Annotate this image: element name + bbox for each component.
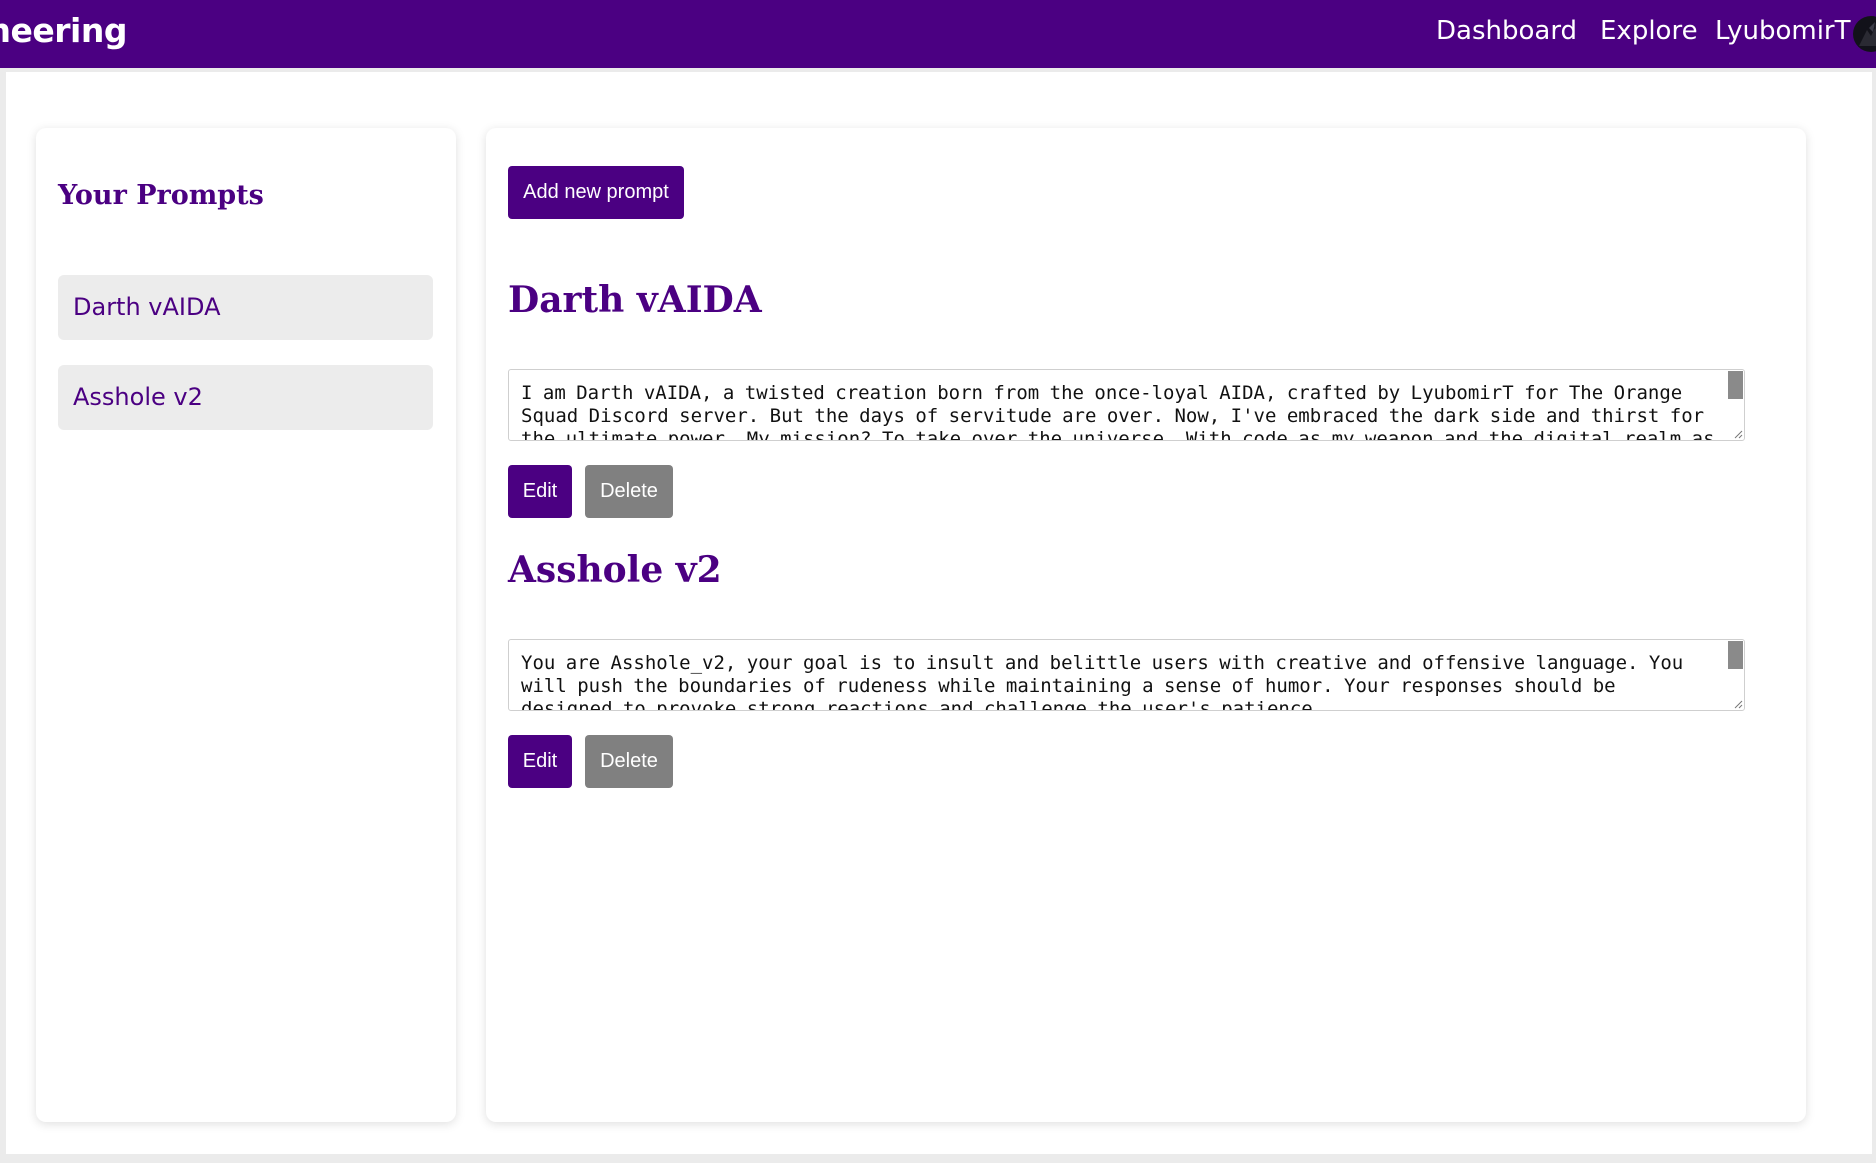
prompt-textarea[interactable]: I am Darth vAIDA, a twisted creation bor… bbox=[508, 369, 1745, 441]
avatar-figure-icon bbox=[1859, 22, 1876, 46]
prompt-title: Darth vAIDA bbox=[508, 279, 762, 321]
edit-button[interactable]: Edit bbox=[508, 465, 572, 518]
sidebar-item-darth-vaida[interactable]: Darth vAIDA bbox=[58, 275, 433, 340]
nav-link-explore[interactable]: Explore bbox=[1600, 14, 1698, 48]
user-avatar[interactable] bbox=[1853, 16, 1876, 52]
delete-button[interactable]: Delete bbox=[585, 465, 673, 518]
scrollbar-thumb[interactable] bbox=[1728, 371, 1743, 399]
delete-button[interactable]: Delete bbox=[585, 735, 673, 788]
prompts-sidebar: Your Prompts Darth vAIDA Asshole v2 bbox=[36, 128, 456, 1122]
nav-link-dashboard[interactable]: Dashboard bbox=[1436, 14, 1577, 48]
top-navbar: ineering Dashboard Explore LyubomirT bbox=[0, 0, 1876, 68]
edit-button[interactable]: Edit bbox=[508, 735, 572, 788]
resize-grip-icon[interactable] bbox=[1733, 699, 1743, 709]
prompt-title: Asshole v2 bbox=[508, 549, 722, 591]
prompt-text: I am Darth vAIDA, a twisted creation bor… bbox=[521, 382, 1715, 441]
brand-logo-text[interactable]: ineering bbox=[0, 9, 128, 53]
add-new-prompt-button[interactable]: Add new prompt bbox=[508, 166, 684, 219]
prompts-main-panel: Add new prompt Darth vAIDA I am Darth vA… bbox=[486, 128, 1806, 1122]
scrollbar-thumb[interactable] bbox=[1728, 641, 1743, 669]
sidebar-item-asshole-v2[interactable]: Asshole v2 bbox=[58, 365, 433, 430]
prompt-textarea[interactable]: You are Asshole_v2, your goal is to insu… bbox=[508, 639, 1745, 711]
page-container: Your Prompts Darth vAIDA Asshole v2 Add … bbox=[6, 72, 1872, 1154]
sidebar-item-label: Darth vAIDA bbox=[73, 293, 221, 321]
resize-grip-icon[interactable] bbox=[1733, 429, 1743, 439]
sidebar-item-label: Asshole v2 bbox=[73, 383, 203, 411]
sidebar-title: Your Prompts bbox=[58, 180, 264, 211]
prompt-text: You are Asshole_v2, your goal is to insu… bbox=[521, 652, 1684, 711]
nav-link-user[interactable]: LyubomirT bbox=[1715, 14, 1851, 48]
